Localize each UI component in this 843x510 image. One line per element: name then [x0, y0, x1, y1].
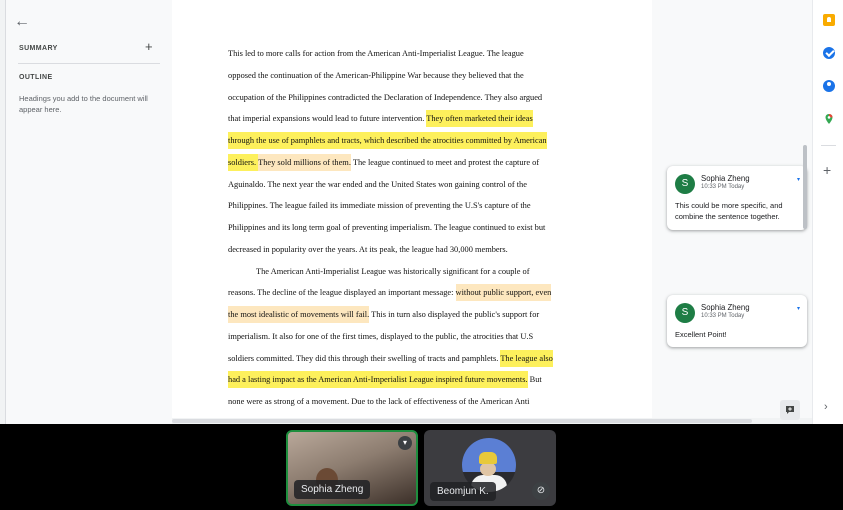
outline-heading: OUTLINE [19, 74, 53, 81]
document-outline-panel: ← SUMMARY + OUTLINE Headings you add to … [0, 0, 172, 424]
doc-line: decreased in popularity over the years. … [228, 244, 508, 254]
summary-heading: SUMMARY [19, 45, 58, 52]
divider [18, 63, 160, 64]
get-add-ons-button[interactable]: + [823, 163, 831, 177]
doc-line: soldiers committed. They did this throug… [228, 348, 596, 370]
doc-text-span: The league continued to meet and protest… [350, 157, 540, 167]
contacts-icon[interactable] [823, 80, 835, 92]
commented-text[interactable]: the most idealistic of movements will fa… [228, 306, 370, 323]
vertical-ruler [0, 0, 6, 424]
comment-time: 10:33 PM Today [701, 184, 745, 190]
comment-options-icon[interactable]: ▾ [797, 306, 803, 312]
document-body[interactable]: This led to more calls for action from t… [228, 43, 596, 413]
doc-line: opposed the continuation of the American… [228, 70, 524, 80]
doc-line: through the use of pamphlets and tracts,… [228, 130, 596, 152]
expand-panel-chevron-icon[interactable]: › [824, 402, 828, 413]
side-panel-rail: + › [812, 0, 843, 424]
doc-line: reasons. The decline of the league displ… [228, 282, 596, 304]
comment-body: Excellent Point! [675, 330, 727, 339]
doc-line: that imperial expansions would lead to f… [228, 108, 596, 130]
avatar: S [675, 303, 695, 323]
participant-name: Beomjun K. [430, 482, 496, 501]
highlighted-text[interactable]: The league also [500, 349, 553, 367]
doc-line: Philippines. The league failed its immed… [228, 201, 531, 211]
highlighted-text[interactable]: They often marketed their ideas [426, 110, 533, 128]
comment-card[interactable]: S Sophia Zheng 10:33 PM Today ▾ Excellen… [667, 295, 807, 347]
scrollbar-thumb[interactable] [172, 419, 752, 423]
doc-text-span: This in turn also displayed the public's… [369, 310, 540, 319]
doc-line: This led to more calls for action from t… [228, 49, 524, 58]
doc-line: Philippines and its long term goal of pr… [228, 223, 546, 232]
tile-options-icon[interactable]: ▾ [398, 436, 412, 450]
doc-text-span: that imperial expansions would lead to f… [228, 114, 427, 124]
docs-window: ← SUMMARY + OUTLINE Headings you add to … [0, 0, 843, 424]
comment-author: Sophia Zheng [701, 174, 750, 183]
doc-text-span: But [527, 375, 542, 385]
doc-line: had a lasting impact as the American Ant… [228, 369, 596, 391]
video-call-strip: ▾ Sophia Zheng Beomjun K. ⊘ [0, 424, 843, 510]
doc-text-span: reasons. The decline of the league displ… [228, 288, 456, 298]
add-comment-icon [786, 406, 794, 414]
add-summary-button[interactable]: + [145, 40, 153, 54]
keep-icon[interactable] [823, 14, 835, 26]
document-area: This led to more calls for action from t… [172, 0, 812, 424]
doc-text-span: soldiers committed. They did this throug… [228, 353, 501, 363]
commented-text[interactable]: They sold millions of them. [258, 153, 351, 171]
highlighted-text[interactable]: through the use of pamphlets and tracts,… [228, 132, 547, 149]
participant-tile[interactable]: Beomjun K. ⊘ [424, 430, 556, 506]
doc-line: The American Anti-Imperialist League was… [256, 266, 530, 276]
vertical-scrollbar[interactable] [803, 145, 807, 229]
avatar: S [675, 174, 695, 194]
microphone-muted-icon: ⊘ [532, 482, 550, 500]
participant-name: Sophia Zheng [294, 480, 371, 499]
highlighted-text[interactable]: soldiers. [228, 153, 259, 171]
maps-icon[interactable] [823, 112, 835, 124]
commented-text[interactable]: without public support, even [455, 284, 552, 302]
divider [821, 145, 836, 146]
document-page[interactable]: This led to more calls for action from t… [172, 0, 652, 418]
participant-tile[interactable]: ▾ Sophia Zheng [286, 430, 418, 506]
comment-time: 10:33 PM Today [701, 313, 745, 319]
doc-line: imperialism. It also for one of the firs… [228, 331, 534, 341]
doc-line: the most idealistic of movements will fa… [228, 304, 596, 326]
doc-line: none were as strong of a movement. Due t… [228, 397, 530, 406]
comment-author: Sophia Zheng [701, 303, 750, 312]
doc-line: Aguinaldo. The next year the war ended a… [228, 179, 527, 189]
back-arrow-icon[interactable]: ← [14, 14, 30, 30]
comment-card[interactable]: S Sophia Zheng 10:33 PM Today ▾ This cou… [667, 166, 807, 230]
highlighted-text[interactable]: had a lasting impact as the American Ant… [228, 371, 528, 389]
tasks-icon[interactable] [823, 47, 835, 59]
doc-line: occupation of the Philippines contradict… [228, 92, 543, 102]
add-comment-button[interactable] [780, 400, 800, 420]
doc-line: soldiers. They sold millions of them. Th… [228, 152, 596, 174]
outline-empty-hint: Headings you add to the document will ap… [19, 94, 148, 114]
comment-body: This could be more specific, and combine… [675, 201, 783, 221]
